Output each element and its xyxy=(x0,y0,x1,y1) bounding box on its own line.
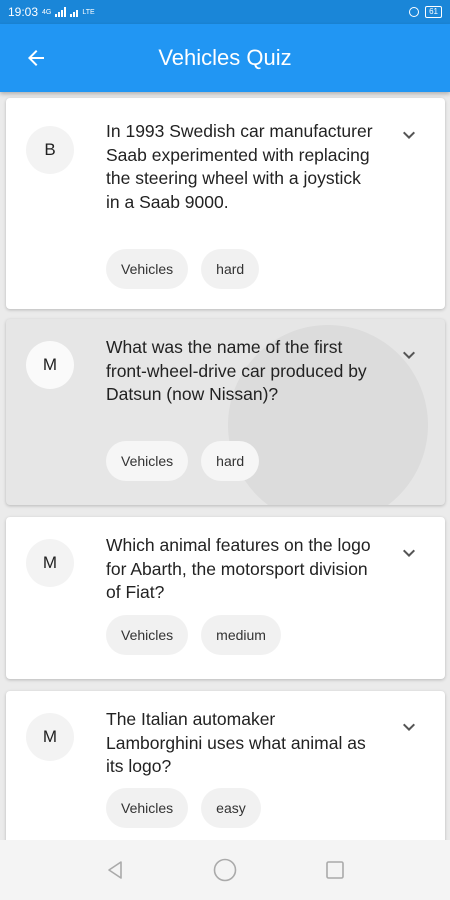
chevron-down-icon[interactable] xyxy=(397,541,421,565)
question-text: Which animal features on the logo for Ab… xyxy=(106,535,371,602)
network-label: 4G xyxy=(42,8,52,16)
question-card[interactable]: M The Italian automaker Lamborghini uses… xyxy=(6,691,445,840)
home-circle-icon xyxy=(213,858,237,882)
tag-chips: Vehicles easy xyxy=(106,788,261,828)
signal-2-icon xyxy=(70,7,79,17)
tag-chips: Vehicles hard xyxy=(106,249,260,289)
system-recents-button[interactable] xyxy=(315,850,355,890)
battery-level: 61 xyxy=(429,7,438,16)
status-bar: 19:03 4G LTE 61 xyxy=(0,0,450,24)
system-nav-bar xyxy=(0,840,450,900)
tag-chips: Vehicles medium xyxy=(106,615,281,655)
difficulty-chip[interactable]: medium xyxy=(201,615,281,655)
category-chip[interactable]: Vehicles xyxy=(106,788,189,828)
question-list[interactable]: B In 1993 Swedish car manufacturer Saab … xyxy=(0,92,450,840)
avatar: M xyxy=(26,713,74,761)
question-text: What was the name of the first front-whe… xyxy=(106,337,367,404)
question-card[interactable]: B In 1993 Swedish car manufacturer Saab … xyxy=(6,98,445,309)
back-triangle-icon xyxy=(108,861,122,879)
status-time: 19:03 xyxy=(8,5,39,19)
app-bar: Vehicles Quiz xyxy=(0,24,450,92)
chevron-down-icon[interactable] xyxy=(397,123,421,147)
eye-comfort-icon xyxy=(409,7,420,17)
system-back-button[interactable] xyxy=(95,850,135,890)
difficulty-chip[interactable]: hard xyxy=(201,441,260,481)
avatar: M xyxy=(26,341,74,389)
category-chip[interactable]: Vehicles xyxy=(106,615,189,655)
lte-label: LTE xyxy=(82,8,95,16)
question-text: In 1993 Swedish car manufacturer Saab ex… xyxy=(106,121,373,212)
category-chip[interactable]: Vehicles xyxy=(106,249,189,289)
tag-chips: Vehicles hard xyxy=(106,441,260,481)
system-home-button[interactable] xyxy=(205,850,245,890)
question-text: The Italian automaker Lamborghini uses w… xyxy=(106,709,366,776)
chevron-down-icon[interactable] xyxy=(397,715,421,739)
chevron-down-icon[interactable] xyxy=(397,343,421,367)
recents-square-icon xyxy=(326,861,344,879)
category-chip[interactable]: Vehicles xyxy=(106,441,189,481)
arrow-back-icon xyxy=(28,50,44,66)
back-button[interactable] xyxy=(0,24,72,92)
avatar: M xyxy=(26,539,74,587)
avatar: B xyxy=(26,126,74,174)
question-card[interactable]: M Which animal features on the logo for … xyxy=(6,517,445,679)
difficulty-chip[interactable]: hard xyxy=(201,249,260,289)
question-card[interactable]: M What was the name of the first front-w… xyxy=(6,319,445,505)
signal-icon xyxy=(55,7,67,17)
difficulty-chip[interactable]: easy xyxy=(201,788,261,828)
battery-icon: 61 xyxy=(425,6,442,18)
